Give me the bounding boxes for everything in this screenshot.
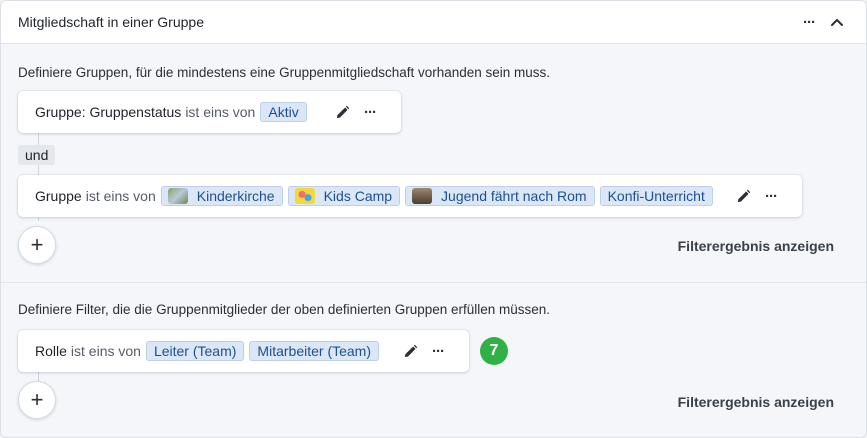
group-membership-panel: Mitgliedschaft in einer Gruppe ··· Defin… (0, 0, 867, 438)
pencil-icon (404, 344, 417, 357)
plus-icon: + (30, 232, 44, 257)
filter-card-role[interactable]: Rolle ist eins von Leiter (Team) Mitarbe… (18, 330, 469, 372)
panel-title: Mitgliedschaft in einer Gruppe (18, 14, 204, 30)
more-horizontal-icon: ··· (803, 13, 816, 31)
filter-value-tag[interactable]: Mitarbeiter (Team) (249, 341, 380, 361)
panel-more-button[interactable]: ··· (797, 10, 821, 34)
groups-section-description: Definiere Gruppen, für die mindestens ei… (18, 65, 551, 80)
members-section-description: Definiere Filter, die die Gruppenmitglie… (18, 302, 551, 317)
edit-filter-button[interactable] (398, 340, 422, 362)
filter-value-tag-kinderkirche[interactable]: Kinderkirche (160, 186, 283, 206)
filter-card-group[interactable]: Gruppe ist eins von Kinderkirche Kids Ca… (18, 175, 802, 217)
tag-label: Kinderkirche (196, 188, 275, 204)
filter-operator: ist eins von (185, 104, 256, 120)
filter-operator: ist eins von (70, 343, 141, 359)
filter-operator: ist eins von (85, 188, 156, 204)
chevron-up-icon (831, 19, 843, 26)
filter-card-group-status[interactable]: Gruppe: Gruppenstatus ist eins von Aktiv… (18, 91, 401, 133)
edit-filter-button[interactable] (731, 185, 755, 207)
filter-field: Rolle (35, 343, 67, 359)
tag-label: Jugend fährt nach Rom (441, 188, 587, 204)
more-horizontal-icon: ··· (432, 342, 445, 360)
filter-value-tag-konfi[interactable]: Konfi-Unterricht (599, 186, 713, 206)
filter-field: Gruppe (35, 188, 82, 204)
edit-filter-button[interactable] (330, 101, 354, 123)
result-count-badge: 7 (480, 337, 508, 365)
pencil-icon (336, 105, 349, 118)
filter-more-button[interactable]: ··· (759, 185, 783, 207)
plus-icon: + (30, 387, 44, 412)
collapse-button[interactable] (825, 10, 849, 34)
filter-field: Gruppe: Gruppenstatus (35, 104, 182, 120)
conjunction-label: und (18, 145, 56, 165)
show-filter-result-link[interactable]: Filterergebnis anzeigen (678, 394, 834, 410)
pencil-icon (737, 189, 750, 202)
group-avatar-image (167, 188, 188, 204)
group-avatar-image (294, 188, 315, 204)
filter-value-tag-kids-camp[interactable]: Kids Camp (287, 186, 401, 206)
panel-header: Mitgliedschaft in einer Gruppe ··· (1, 1, 866, 44)
filter-value-tag[interactable]: Leiter (Team) (145, 341, 245, 361)
group-avatar-image (412, 188, 433, 204)
filter-more-button[interactable]: ··· (358, 101, 382, 123)
filter-value-tag-jugend-rom[interactable]: Jugend fährt nach Rom (405, 186, 595, 206)
add-member-filter-button[interactable]: + (18, 381, 56, 419)
add-group-filter-button[interactable]: + (18, 226, 56, 264)
more-horizontal-icon: ··· (765, 187, 778, 205)
section-divider (1, 282, 866, 283)
more-horizontal-icon: ··· (364, 103, 377, 121)
filter-value-tag[interactable]: Aktiv (260, 102, 307, 122)
tag-label: Kids Camp (323, 188, 393, 204)
filter-more-button[interactable]: ··· (426, 340, 450, 362)
show-filter-result-link[interactable]: Filterergebnis anzeigen (678, 238, 834, 254)
